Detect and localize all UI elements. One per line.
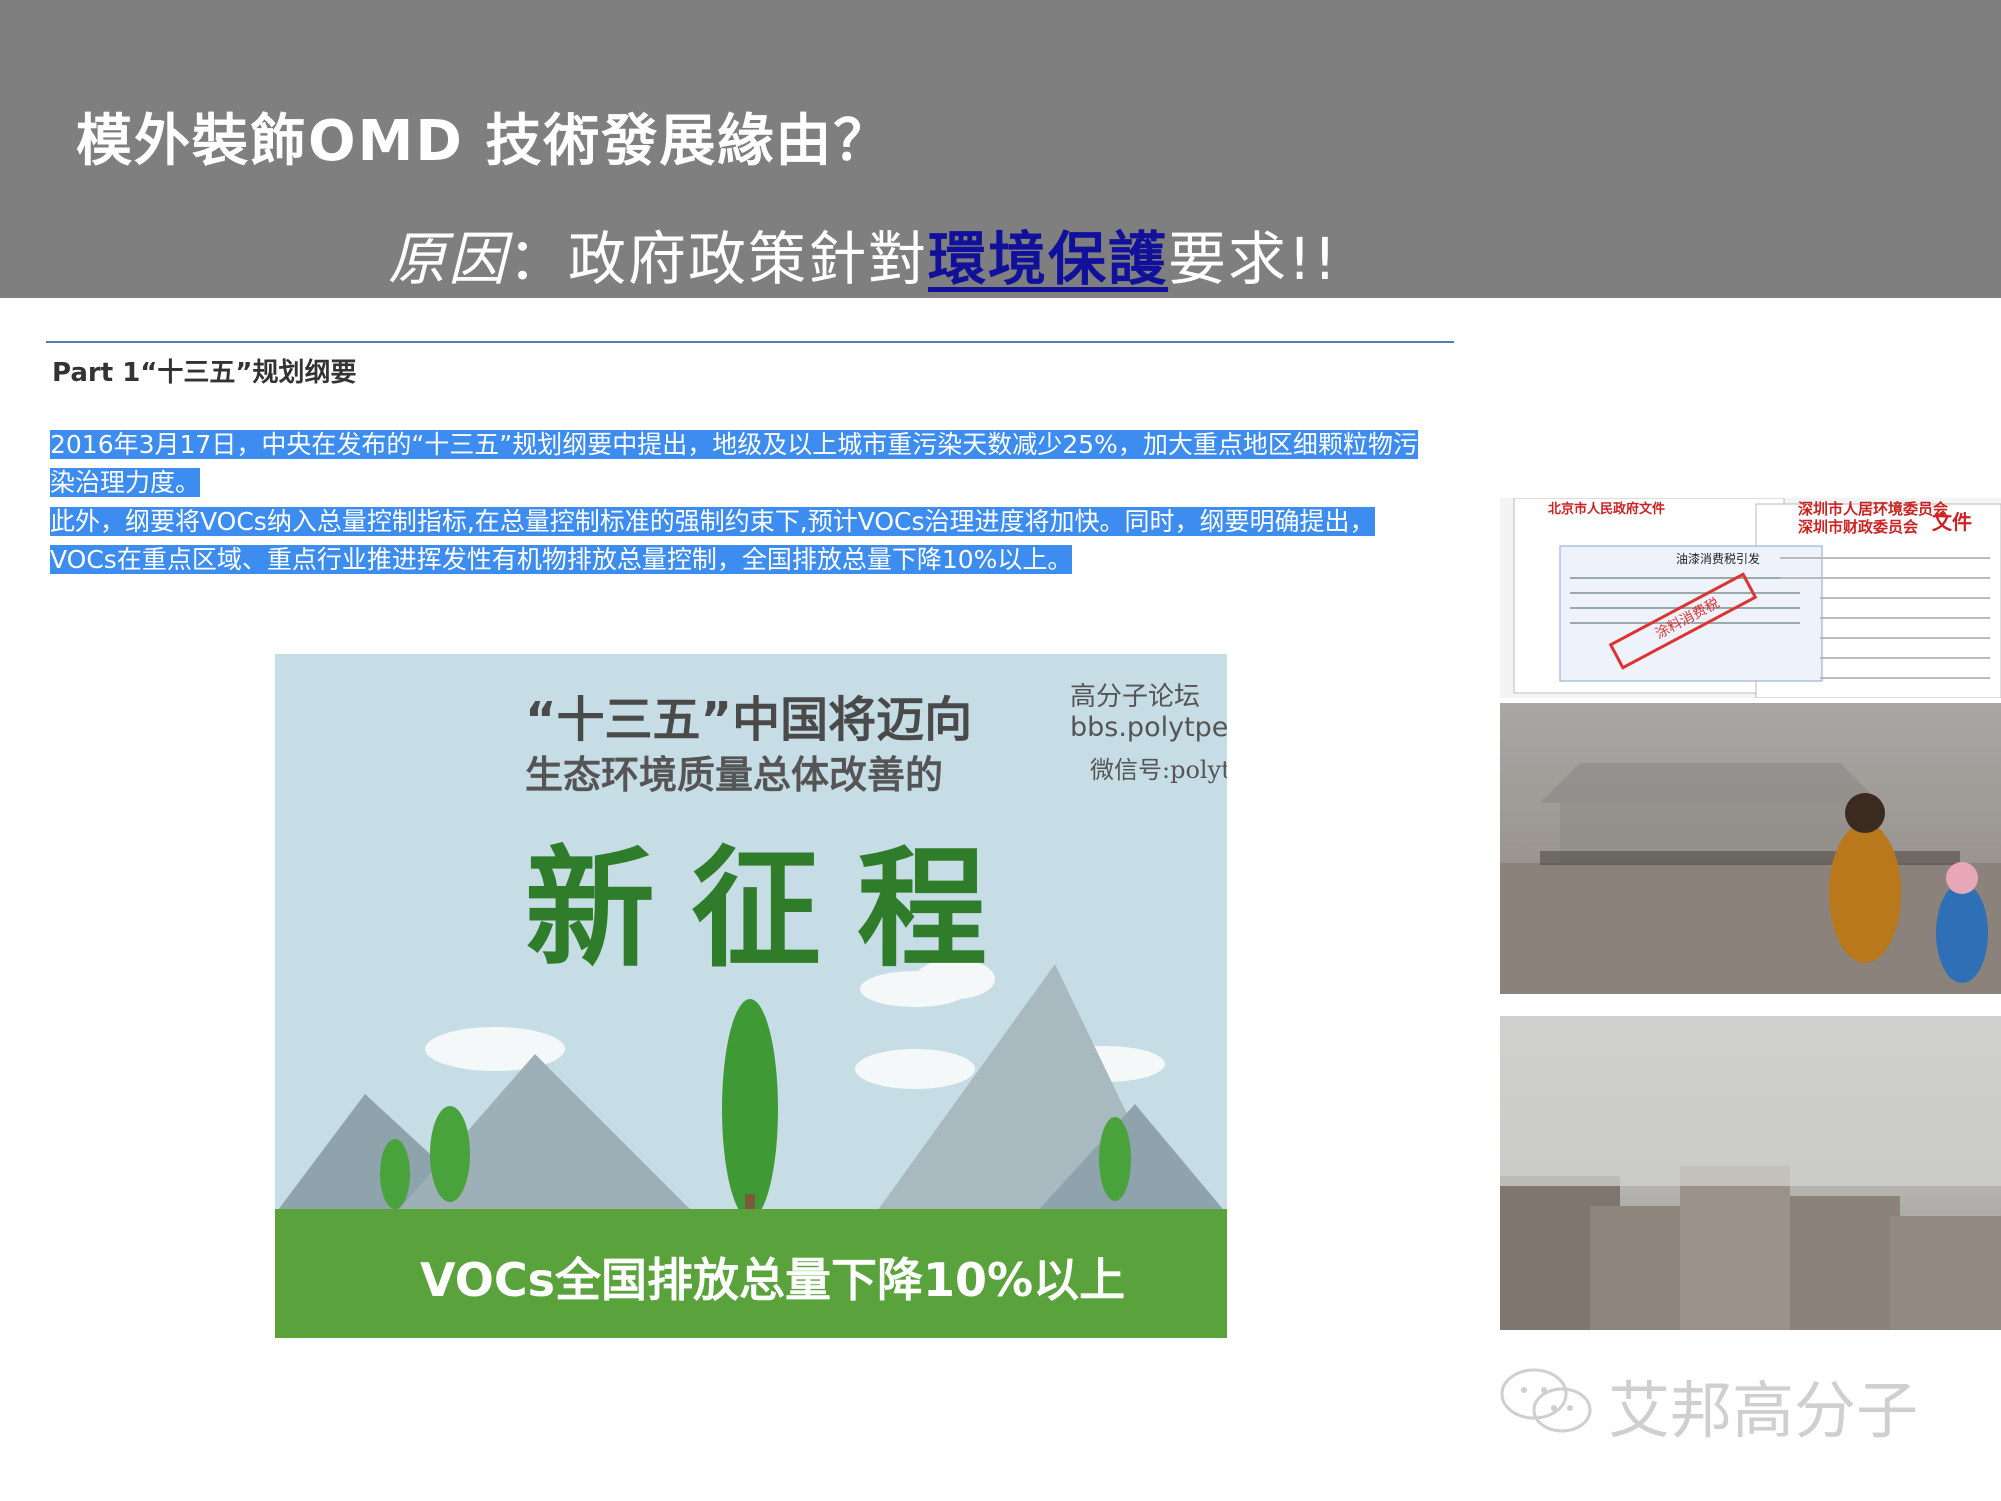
person-figure [1845,793,1885,833]
poster-wechat-id: 微信号:polytpe [1090,756,1227,784]
poster-main-text: 新征程 [525,833,1024,985]
subtitle-middle: ：政府政策針對 [508,225,929,293]
paragraph-2-line-1: 此外，纲要将VOCs纳入总量控制指标,在总量控制标准的强制约束下,预计VOCs治… [50,507,1375,536]
building-shape [1790,1196,1900,1330]
documents-illustration [1513,498,2001,698]
document-heading: Part 1“十三五”规划纲要 [52,358,357,388]
doc-popup-title: 油漆消费税引发 [1676,552,1761,566]
document-paragraph-1: 2016年3月17日，中央在发布的“十三五”规划纲要中提出，地级及以上城市重污染… [50,426,1470,502]
poster-subtitle: 生态环境质量总体改善的 [525,753,944,797]
policy-documents-collage: 北京市人民政府文件 深圳市人居环境委员会 深圳市财政委员会 文件 油漆消费税引发… [1500,498,2001,698]
policy-poster: “十三五”中国将迈向 生态环境质量总体改善的 新征程 高分子论坛 bbs.pol… [275,654,1227,1338]
doc-right-header-2: 深圳市财政委员会 [1798,518,1919,536]
poster-title: “十三五”中国将迈向 [525,692,973,748]
slide-header: 模外裝飾OMD 技術發展緣由？ 原因：政府政策針對環境保護要求!! [0,0,2001,298]
tree-shape [1099,1117,1131,1201]
poster-site-url: bbs.polytpe.com [1070,712,1227,743]
building-silhouette [1540,763,1880,803]
doc-right-file-label: 文件 [1932,510,1972,534]
paragraph-1-line-2: 染治理力度。 [50,468,201,497]
document-paragraph-2: 此外，纲要将VOCs纳入总量控制指标,在总量控制标准的强制约束下,预计VOCs治… [50,503,1470,579]
subtitle-end: 要求!! [1168,225,1339,293]
smog-city-photo [1500,1016,2001,1330]
wechat-icon [1500,1368,1592,1433]
smog-city-illustration [1500,1016,2001,1330]
cloud-shape [855,1049,975,1089]
paragraph-1-line-1: 2016年3月17日，中央在发布的“十三五”规划纲要中提出，地级及以上城市重污染… [50,430,1418,459]
tree-shape [722,999,778,1219]
document-divider [46,341,1454,343]
smog-square-illustration [1500,763,2001,994]
doc-left-header: 北京市人民政府文件 [1548,502,1666,517]
smog-layer [1500,1016,2001,1186]
person-figure [1829,823,1901,963]
slide-subtitle: 原因：政府政策針對環境保護要求!! [388,212,1339,296]
subtitle-highlight: 環境保護 [928,225,1169,293]
subtitle-reason: 原因 [388,225,509,293]
poster-bottom-caption: VOCs全国排放总量下降10%以上 [420,1253,1126,1307]
paragraph-2-line-2: VOCs在重点区域、重点行业推进挥发性有机物排放总量控制，全国排放总量下降10%… [50,545,1073,574]
watermark-text: 艾邦高分子 [1608,1374,1919,1447]
poster-forum-label: 高分子论坛 [1070,682,1201,712]
child-figure [1946,862,1978,894]
slide-title: 模外裝飾OMD 技術發展緣由？ [76,109,892,174]
building-shape [1680,1166,1790,1330]
building-shape [1890,1216,2001,1330]
tree-shape [380,1139,410,1209]
tree-shape [430,1106,470,1202]
child-figure [1936,883,1988,983]
smog-square-photo [1500,703,2001,994]
square-ground [1500,863,2001,994]
